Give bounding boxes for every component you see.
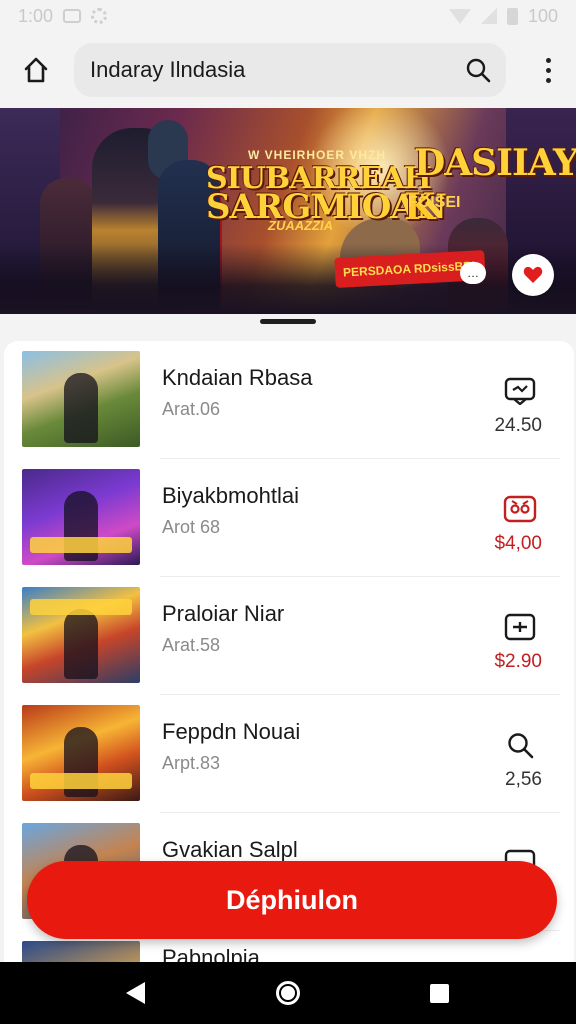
thumbnail-logo <box>30 599 132 615</box>
list-item[interactable]: Feppdn Nouai Arpt.83 2,56 <box>4 695 574 813</box>
list-item[interactable]: Biyakbmohtlai Arot 68 $4,00 <box>4 459 574 577</box>
home-circle-icon[interactable] <box>276 981 300 1005</box>
list-item[interactable]: Kndaian Rbasa Arat.06 24.50 <box>4 341 574 459</box>
battery-icon <box>506 7 518 25</box>
add-box-icon <box>504 613 536 641</box>
back-icon[interactable] <box>126 982 145 1004</box>
status-right: 100 <box>448 5 558 27</box>
favorite-button[interactable] <box>512 254 554 296</box>
game-subtitle: Arpt.83 <box>162 753 221 773</box>
battery-level: 100 <box>527 5 558 26</box>
game-price: $2.90 <box>494 651 542 672</box>
game-subtitle: Arot 68 <box>162 517 221 537</box>
notification-icon <box>63 9 82 23</box>
search-icon <box>466 58 491 83</box>
message-button[interactable] <box>502 375 538 407</box>
signal-icon <box>480 8 497 24</box>
search-button[interactable] <box>450 43 506 97</box>
search-icon <box>508 733 534 759</box>
game-thumbnail <box>22 351 140 447</box>
game-subtitle: Arat.06 <box>162 399 221 419</box>
game-price: 24.50 <box>494 415 542 436</box>
search-input[interactable]: Indaray Ilndasia <box>90 57 450 83</box>
home-icon <box>24 57 48 83</box>
status-left: 1:00 <box>18 5 108 27</box>
settings-icon <box>91 8 108 24</box>
game-title: Kndaian Rbasa <box>162 365 313 390</box>
heart-icon <box>523 266 543 283</box>
add-button[interactable] <box>502 611 538 643</box>
more-options-button[interactable] <box>536 50 560 90</box>
game-title: Biyakbmohtlai <box>162 483 299 508</box>
thumbnail-logo <box>30 773 132 789</box>
top-app-bar: Indaray Ilndasia <box>0 38 576 102</box>
banner-kicker: W VHEIRHOER VHZH <box>248 148 387 162</box>
promo-banner[interactable]: W VHEIRHOER VHZH SIUBARREAH SARGMIOAN DA… <box>0 108 576 314</box>
game-title: Feppdn Nouai <box>162 719 301 744</box>
game-thumbnail <box>22 587 140 683</box>
primary-action-label: Déphiulon <box>226 884 358 915</box>
search-bar[interactable]: Indaray Ilndasia <box>74 43 506 97</box>
thumbnail-figure <box>64 609 98 679</box>
game-title: Gvakian Salpl <box>162 837 298 862</box>
wifi-icon <box>448 8 471 24</box>
banner-title-line3: DASIIAY <box>414 142 576 184</box>
banner-side-text: FOISEI <box>408 194 461 211</box>
primary-action-button[interactable]: Déphiulon <box>27 861 557 939</box>
banner-crowd <box>0 244 576 314</box>
system-navigation-bar <box>0 962 576 1024</box>
banner-tag: … <box>460 262 486 284</box>
gamepad-icon <box>503 495 537 523</box>
list-item[interactable]: Praloiar Niar Arat.58 $2.90 <box>4 577 574 695</box>
game-price: 2,56 <box>505 769 542 790</box>
game-title: Praloiar Niar <box>162 601 285 626</box>
game-thumbnail <box>22 469 140 565</box>
game-price: $4,00 <box>494 533 542 554</box>
thumbnail-logo <box>30 537 132 553</box>
more-dot-icon <box>545 67 551 73</box>
search-game-button[interactable] <box>502 729 538 761</box>
game-subtitle: Arat.58 <box>162 635 221 655</box>
more-dot-icon <box>545 77 551 83</box>
game-thumbnail <box>22 705 140 801</box>
status-time: 1:00 <box>18 5 54 26</box>
banner-small-text: ZUAAZZIA <box>268 218 333 233</box>
more-dot-icon <box>545 57 551 63</box>
status-bar: 1:00 100 <box>0 0 576 32</box>
message-icon <box>504 377 536 405</box>
drag-handle[interactable] <box>260 319 316 324</box>
recent-apps-icon[interactable] <box>430 984 449 1003</box>
home-button[interactable] <box>0 38 72 102</box>
gamepad-button[interactable] <box>502 493 538 525</box>
thumbnail-figure <box>64 373 98 443</box>
